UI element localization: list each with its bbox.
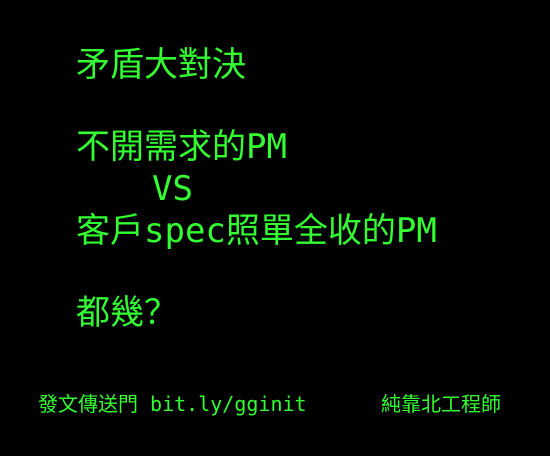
slide-line-pm-accepts-spec: 客戶spec照單全收的PM [76, 211, 437, 251]
terminal-screen: 矛盾大對決 不開需求的PM VS 客戶spec照單全收的PM 都幾？ 發文傳送門… [0, 0, 550, 456]
slide-vs-label: VS [152, 169, 193, 209]
slide-question: 都幾？ [76, 293, 178, 333]
slide-line-pm-no-requirements: 不開需求的PM [76, 127, 287, 167]
slide-title: 矛盾大對決 [76, 45, 246, 85]
footer-brand: 純靠北工程師 [381, 392, 501, 416]
footer-submit-link: 發文傳送門 bit.ly/gginit [38, 392, 307, 416]
